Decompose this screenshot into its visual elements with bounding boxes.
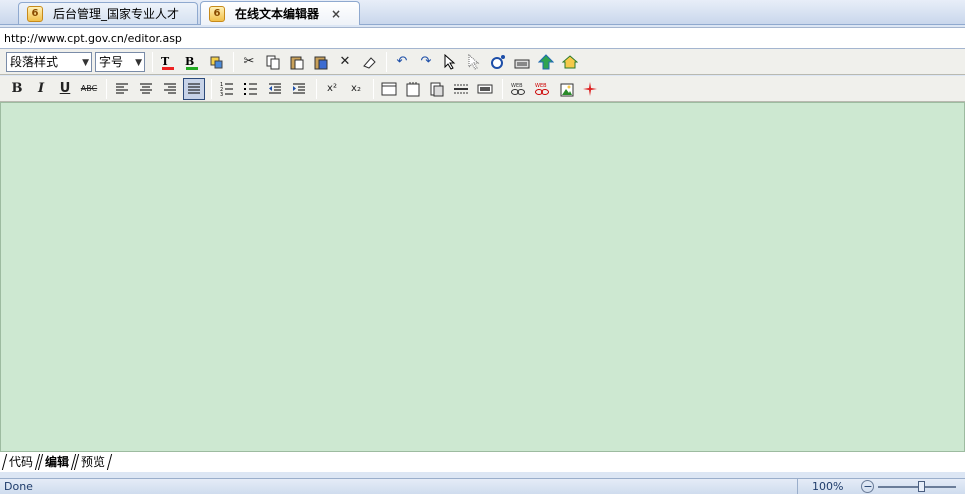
horizontal-rule-icon[interactable]: [450, 78, 472, 100]
tab-backend-admin[interactable]: 6 后台管理_国家专业人才: [18, 2, 198, 24]
align-right-icon[interactable]: [159, 78, 181, 100]
ie-tab-icon: 6: [209, 5, 225, 22]
address-bar[interactable]: http://www.cpt.gov.cn/editor.asp: [0, 27, 965, 49]
tab-code[interactable]: 代码: [1, 454, 41, 470]
undo-icon[interactable]: ↶: [391, 51, 413, 73]
separator: [373, 78, 374, 99]
url-text[interactable]: http://www.cpt.gov.cn/editor.asp: [4, 32, 182, 45]
chevron-down-icon: ▼: [135, 57, 142, 68]
editor-toolbar-1: 段落样式 ▼ 字号 ▼ T B ✂ ✕ ↶ ↷: [0, 49, 965, 75]
tab-code-label: 代码: [9, 455, 34, 469]
svg-text:WEB: WEB: [535, 83, 547, 89]
align-center-icon[interactable]: [135, 78, 157, 100]
flash-icon[interactable]: [579, 78, 601, 100]
delete-icon[interactable]: ✕: [334, 51, 356, 73]
paragraph-style-value: 段落样式: [10, 55, 59, 69]
text-color-icon[interactable]: T: [157, 51, 179, 73]
tab-strip: 6 后台管理_国家专业人才 6 在线文本编辑器 ×: [0, 0, 965, 25]
unordered-list-icon[interactable]: [240, 78, 262, 100]
svg-text:3: 3: [220, 92, 223, 97]
tab-label: 后台管理_国家专业人才: [53, 7, 180, 21]
tab-preview-label: 预览: [81, 455, 106, 469]
separator: [386, 51, 387, 72]
new-page-icon[interactable]: [402, 78, 424, 100]
ordered-list-icon[interactable]: 123: [216, 78, 238, 100]
paste-word-icon[interactable]: [310, 51, 332, 73]
editor-content-area[interactable]: [0, 102, 965, 452]
editor-toolbar-2: B I U ABC 123 x² x₂ WEB WEB: [0, 76, 965, 102]
status-bar: Done 100% −: [0, 478, 965, 494]
find-icon[interactable]: [487, 51, 509, 73]
chevron-down-icon: ▼: [82, 57, 89, 68]
font-size-select[interactable]: 字号 ▼: [95, 51, 145, 72]
subscript-button[interactable]: x₂: [345, 78, 367, 100]
zoom-out-icon[interactable]: −: [861, 480, 875, 493]
highlight-icon[interactable]: [205, 51, 227, 73]
keyboard-icon[interactable]: [511, 51, 533, 73]
tab-edit-label: 编辑: [45, 455, 70, 469]
editor-mode-tabs: 代码 编辑 预览: [0, 452, 965, 472]
tab-online-editor[interactable]: 6 在线文本编辑器 ×: [200, 1, 360, 25]
font-size-value: 字号: [99, 55, 124, 69]
select-icon[interactable]: [439, 51, 461, 73]
svg-text:B: B: [185, 55, 194, 68]
svg-text:WEB: WEB: [511, 83, 523, 89]
zoom-level[interactable]: 100%: [812, 480, 843, 493]
table-icon[interactable]: [378, 78, 400, 100]
separator: [502, 78, 503, 99]
upload-icon[interactable]: [535, 51, 557, 73]
page-copy-icon[interactable]: [426, 78, 448, 100]
separator: [233, 51, 234, 72]
status-text: Done: [4, 480, 33, 493]
link-icon[interactable]: WEB: [507, 78, 529, 100]
zoom-slider-thumb[interactable]: [917, 480, 925, 492]
indent-icon[interactable]: [288, 78, 310, 100]
select-all-icon[interactable]: [463, 51, 485, 73]
tab-preview[interactable]: 预览: [73, 454, 113, 470]
svg-text:T: T: [161, 55, 170, 68]
bold-button[interactable]: B: [6, 78, 28, 100]
tab-edit[interactable]: 编辑: [37, 454, 77, 470]
redo-icon[interactable]: ↷: [415, 51, 437, 73]
separator: [106, 78, 107, 99]
align-left-icon[interactable]: [111, 78, 133, 100]
justify-icon[interactable]: [183, 77, 205, 100]
paste-icon[interactable]: [286, 51, 308, 73]
cut-icon[interactable]: ✂: [238, 51, 260, 73]
separator: [152, 51, 153, 72]
tab-label: 在线文本编辑器: [235, 7, 320, 21]
media-icon[interactable]: [474, 78, 496, 100]
zoom-slider[interactable]: [878, 480, 957, 492]
separator: [211, 78, 212, 99]
close-tab-icon[interactable]: ×: [331, 7, 341, 21]
strikethrough-button[interactable]: ABC: [78, 78, 100, 100]
unlink-icon[interactable]: WEB: [531, 78, 553, 100]
copy-icon[interactable]: [262, 51, 284, 73]
image-icon[interactable]: [555, 78, 577, 100]
zoom-control: 100% −: [797, 479, 965, 494]
paragraph-style-select[interactable]: 段落样式 ▼: [6, 51, 92, 72]
superscript-button[interactable]: x²: [321, 78, 343, 100]
outdent-icon[interactable]: [264, 78, 286, 100]
background-color-icon[interactable]: B: [181, 51, 203, 73]
italic-button[interactable]: I: [30, 78, 52, 100]
home-icon[interactable]: [559, 51, 581, 73]
underline-button[interactable]: U: [54, 78, 76, 100]
ie-tab-icon: 6: [27, 5, 43, 22]
eraser-icon[interactable]: [358, 51, 380, 73]
separator: [316, 78, 317, 99]
